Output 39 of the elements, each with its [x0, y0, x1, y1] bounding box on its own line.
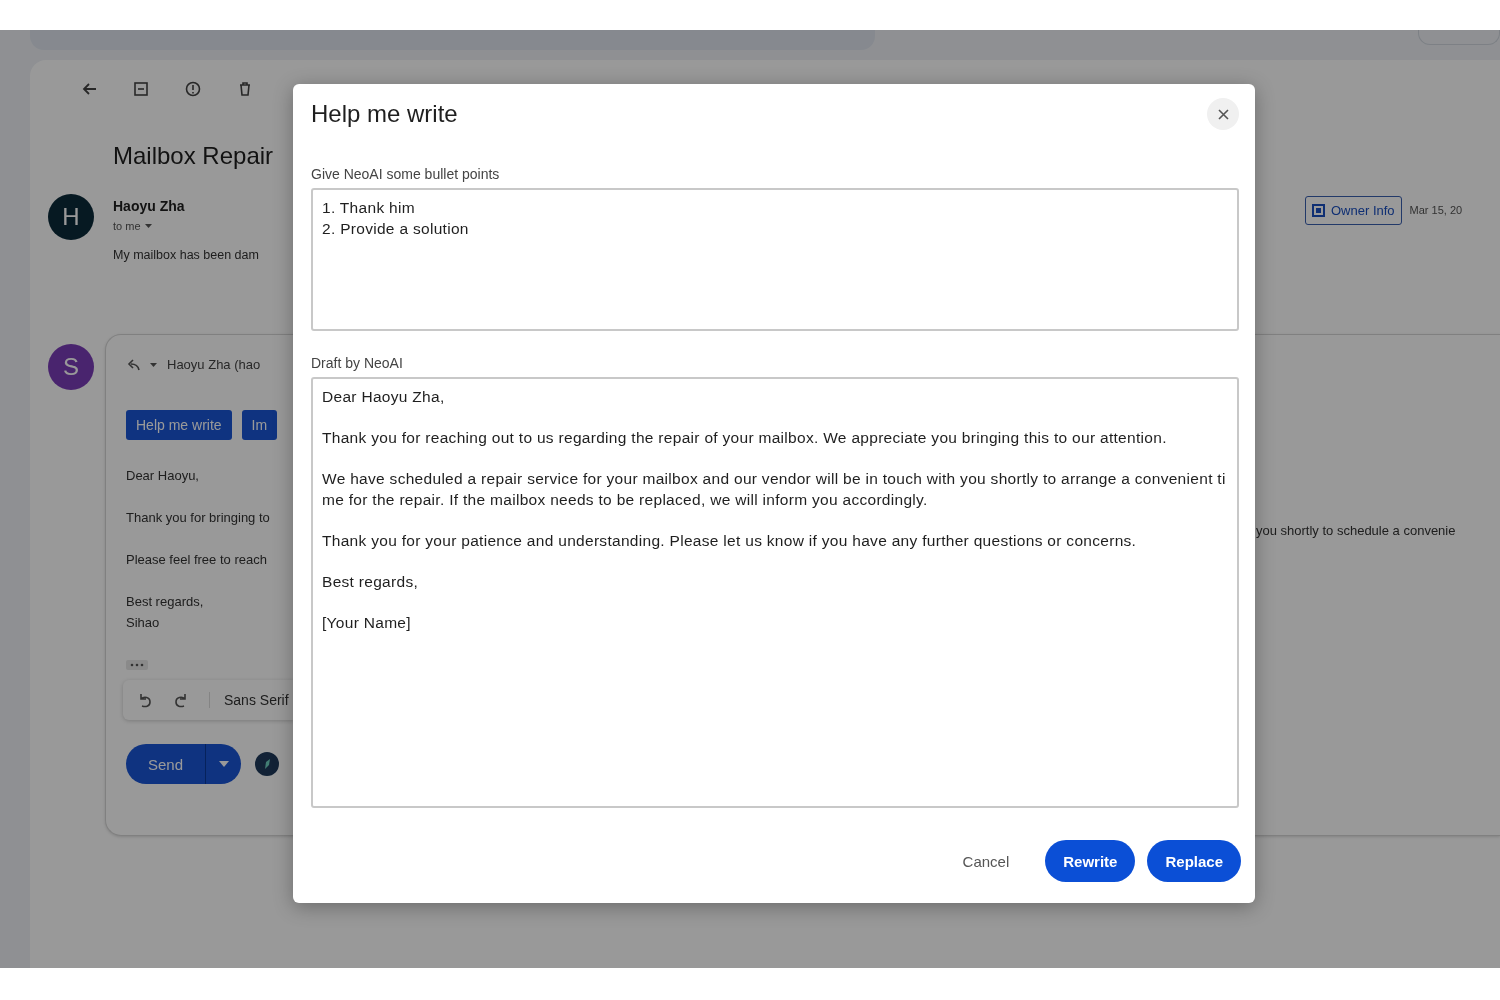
- cancel-button[interactable]: Cancel: [956, 851, 1016, 871]
- signature-text: Best regards,: [126, 594, 205, 609]
- sender-name: Haoyu Zha: [113, 198, 186, 214]
- reply-text: Please feel free to reach: [126, 552, 268, 567]
- email-subject: Mailbox Repair: [112, 142, 275, 170]
- caret-icon[interactable]: [150, 362, 157, 367]
- draft-field[interactable]: Dear Haoyu Zha, Thank you for reaching out to us regarding the repair of your mailbox. We appreciate you bringing this to our attention. We have scheduled a repair service for your mailbox and our vendor will be in touch with you shortly to arrange a convenient time for the repair. If the mailbox needs to be replaced, we will inform you accordingly. Thank you for your patience and understanding. Please let us know if you have any further questions or concerns. Best regards, [Your Name]: [311, 377, 1239, 808]
- rewrite-button[interactable]: Rewrite: [1045, 840, 1136, 882]
- pen-icon[interactable]: [255, 752, 280, 776]
- field-label: Give NeoAI some bullet points: [311, 166, 501, 182]
- help-me-write-button[interactable]: Help me write: [126, 410, 232, 440]
- message-text: My mailbox has been dam: [113, 248, 259, 262]
- owner-info-label[interactable]: Owner Info: [1305, 196, 1402, 225]
- more-icon[interactable]: [126, 660, 148, 670]
- replace-button[interactable]: Replace: [1147, 840, 1241, 882]
- close-button[interactable]: [1207, 98, 1239, 130]
- user-avatar: S: [48, 344, 94, 390]
- caret-icon[interactable]: [144, 224, 152, 228]
- dialog-title: Help me write: [311, 100, 458, 128]
- recipient-text: to me: [113, 220, 141, 232]
- reply-text: Dear Haoyu,: [126, 468, 200, 483]
- signature-text: Sihao: [126, 615, 161, 630]
- close-icon: [1217, 108, 1229, 120]
- font-selector[interactable]: Sans Serif: [209, 692, 289, 708]
- redo-icon[interactable]: [173, 692, 189, 708]
- label-icon: [1312, 204, 1325, 217]
- reply-text: Thank you for bringing to: [126, 510, 271, 525]
- undo-icon[interactable]: [137, 692, 153, 708]
- recipient-text: Haoyu Zha (hao: [167, 357, 261, 372]
- field-label: Draft by NeoAI: [311, 355, 404, 371]
- reply-text: you shortly to schedule a convenie: [1256, 523, 1456, 538]
- improve-button[interactable]: Im: [241, 410, 278, 440]
- bullet-points-field[interactable]: 1. Thank him 2. Provide a solution: [311, 188, 1239, 331]
- message-date: Mar 15, 20: [1409, 204, 1463, 216]
- report-icon[interactable]: [184, 80, 202, 98]
- reply-icon[interactable]: [126, 358, 140, 371]
- archive-icon[interactable]: [132, 80, 150, 98]
- sender-avatar: H: [48, 194, 94, 240]
- caret-icon: [218, 761, 229, 767]
